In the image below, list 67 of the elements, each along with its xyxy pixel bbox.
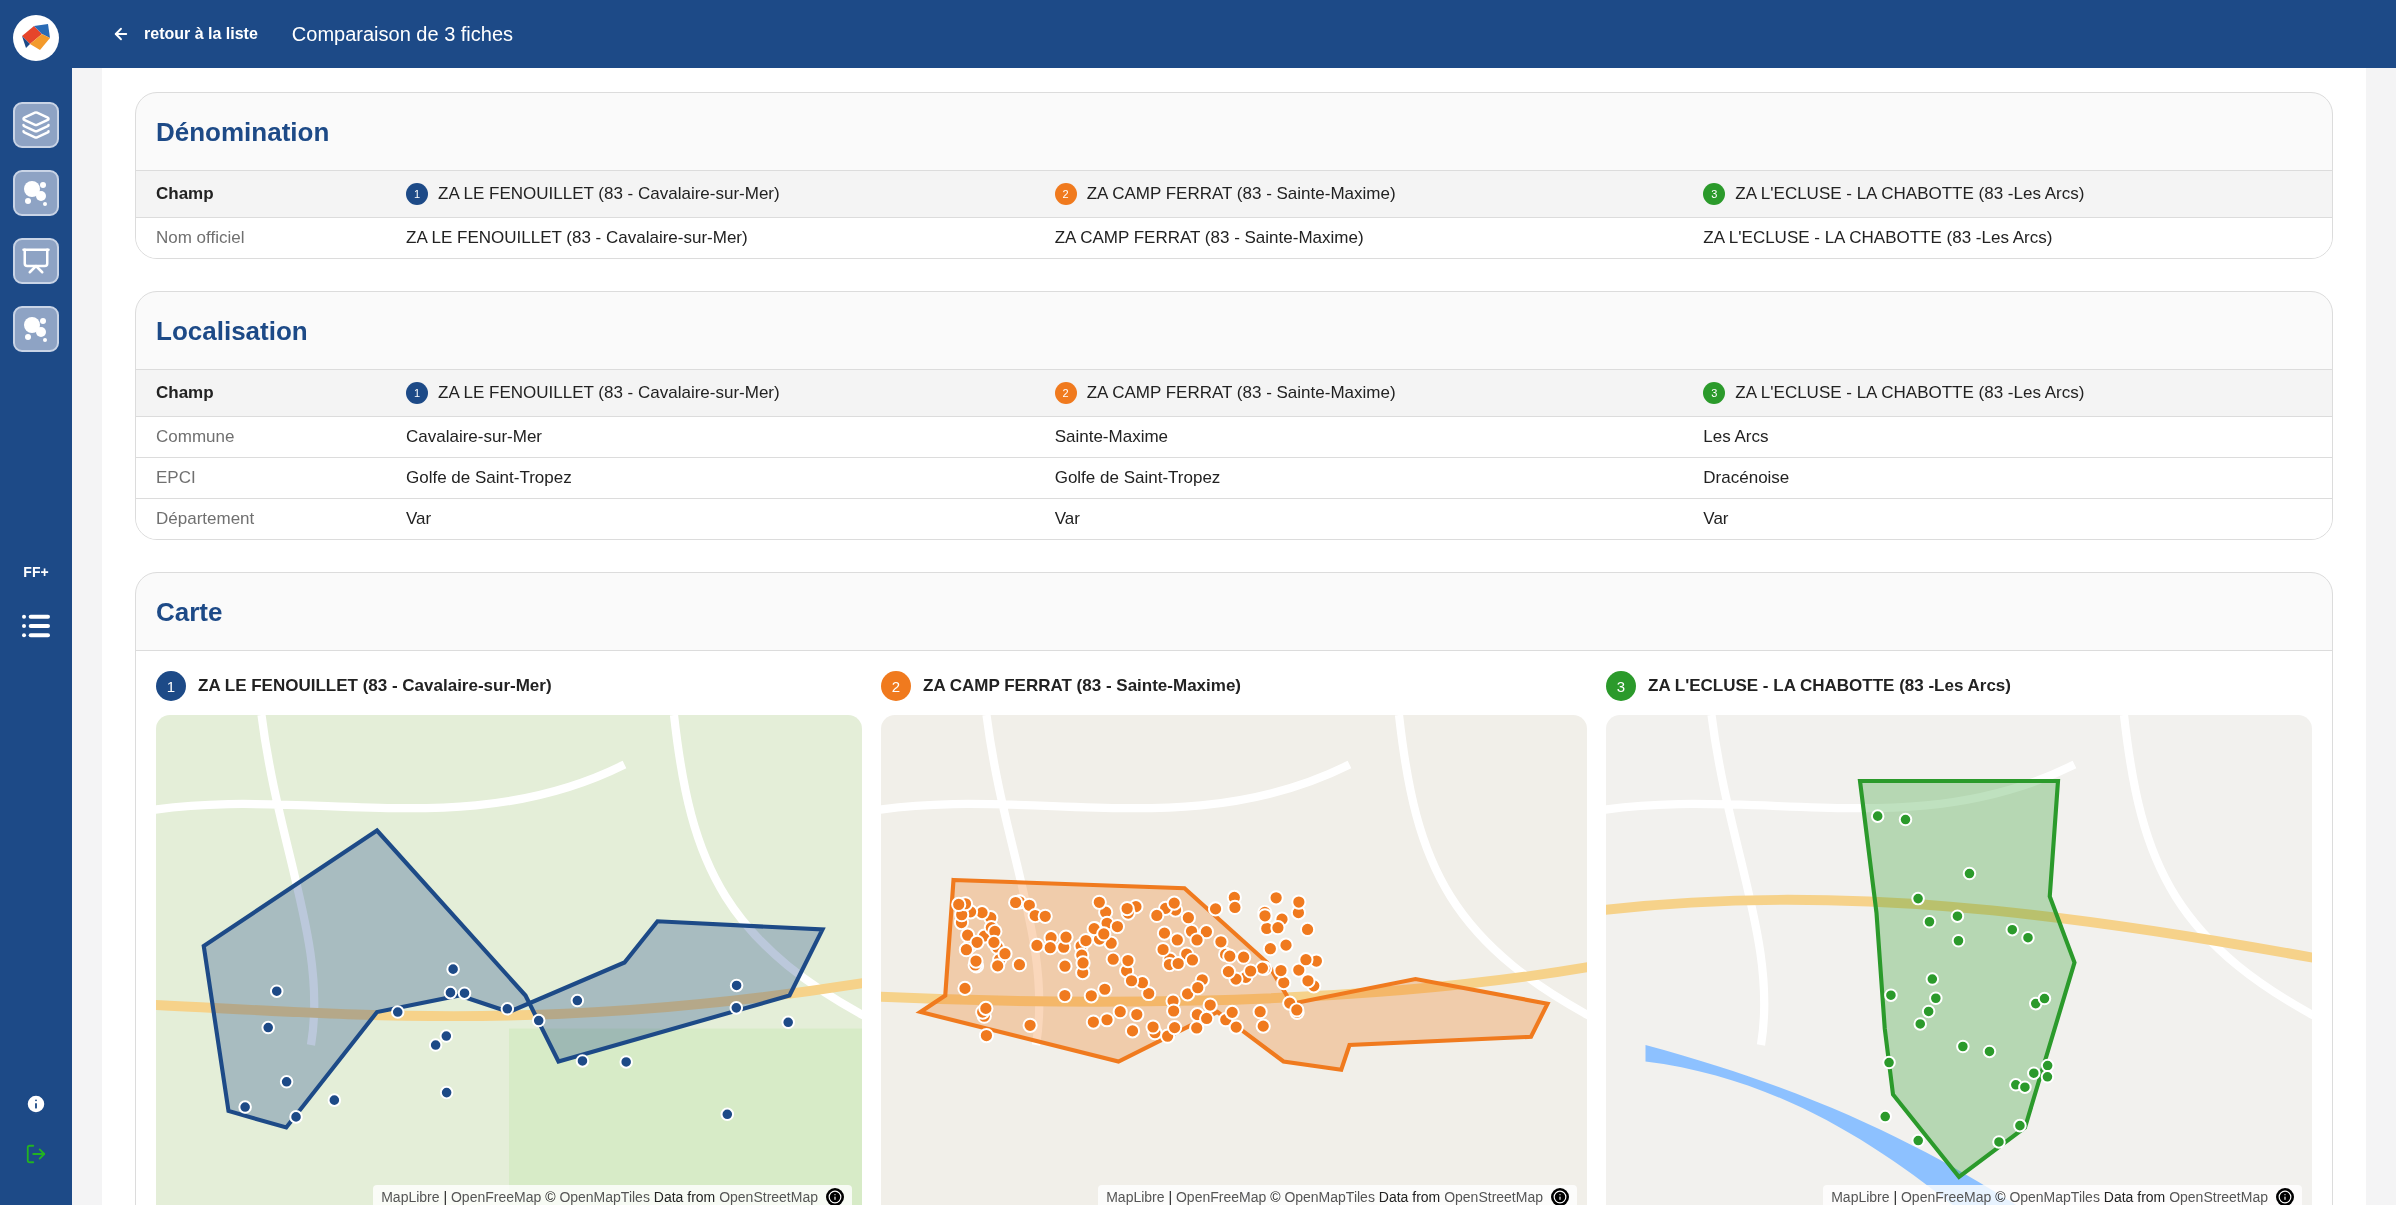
table-cell: Var	[386, 499, 1035, 539]
attribution-link[interactable]: OpenFreeMap	[1901, 1189, 1992, 1205]
number-badge: 3	[1703, 382, 1726, 404]
row-label: Commune	[136, 417, 386, 458]
number-badge: 2	[1054, 183, 1077, 205]
back-link[interactable]: retour à la liste	[112, 25, 258, 43]
table-cell: Golfe de Saint-Tropez	[386, 458, 1035, 499]
attribution-link[interactable]: OpenMapTiles	[559, 1189, 650, 1205]
ff-plus-label: FF+	[23, 564, 49, 580]
number-badge: 2	[881, 671, 911, 701]
page-title: Comparaison de 3 fiches	[291, 22, 514, 46]
attribution-link[interactable]: MapLibre	[1831, 1189, 1890, 1205]
fiche-name: ZA CAMP FERRAT (83 - Sainte-Maxime)	[1086, 184, 1396, 204]
fiche-name: ZA L'ECLUSE - LA CHABOTTE (83 -Les Arcs)	[1735, 383, 2085, 403]
info-icon[interactable]	[25, 1093, 47, 1115]
row-label: Nom officiel	[136, 218, 386, 258]
number-badge: 3	[1606, 671, 1636, 701]
attribution-link[interactable]: OpenFreeMap	[1176, 1189, 1267, 1205]
app-logo[interactable]	[12, 14, 60, 62]
table-cell: Var	[1683, 499, 2332, 539]
number-badge: 2	[1054, 382, 1077, 404]
row-label: Département	[136, 499, 386, 539]
map-drawing[interactable]	[156, 715, 862, 1205]
attribution-link[interactable]: MapLibre	[1106, 1189, 1165, 1205]
table-cell: ZA L'ECLUSE - LA CHABOTTE (83 -Les Arcs)	[1683, 218, 2332, 258]
table-cell: ZA CAMP FERRAT (83 - Sainte-Maxime)	[1034, 218, 1684, 258]
sidebar-item[interactable]	[13, 306, 59, 352]
attribution-text: MapLibre | OpenFreeMap © OpenMapTiles Data from OpenStreetMap	[1831, 1189, 2268, 1205]
row-label: EPCI	[136, 458, 386, 499]
logout-icon[interactable]	[25, 1143, 47, 1165]
table-cell: Sainte-Maxime	[1034, 417, 1684, 458]
table-cell: Dracénoise	[1683, 458, 2332, 499]
table-header-cell: Champ	[136, 370, 386, 417]
attribution-link[interactable]: OpenStreetMap	[2169, 1189, 2268, 1205]
fiche-name: ZA CAMP FERRAT (83 - Sainte-Maxime)	[1086, 383, 1396, 403]
fiche-name: ZA L'ECLUSE - LA CHABOTTE (83 -Les Arcs)	[1735, 184, 2085, 204]
table-header-cell: Champ	[136, 171, 386, 218]
attribution-link[interactable]: OpenStreetMap	[1444, 1189, 1543, 1205]
table-cell: Golfe de Saint-Tropez	[1034, 458, 1684, 499]
info-icon[interactable]	[826, 1188, 844, 1205]
layers-icon	[21, 110, 51, 140]
attribution-link[interactable]: OpenFreeMap	[451, 1189, 542, 1205]
map-title: ZA L'ECLUSE - LA CHABOTTE (83 -Les Arcs)	[1648, 676, 2011, 696]
number-badge: 1	[406, 183, 428, 205]
info-icon[interactable]	[1551, 1188, 1569, 1205]
map-title: ZA CAMP FERRAT (83 - Sainte-Maxime)	[923, 676, 1241, 696]
table-cell: ZA LE FENOUILLET (83 - Cavalaire-sur-Mer)	[386, 218, 1035, 258]
number-badge: 1	[406, 382, 428, 404]
table-cell: Cavalaire-sur-Mer	[386, 417, 1035, 458]
fiche-name: ZA LE FENOUILLET (83 - Cavalaire-sur-Mer)	[438, 184, 780, 204]
number-badge: 1	[156, 671, 186, 701]
sidebar-item[interactable]	[13, 170, 59, 216]
table-cell: Les Arcs	[1683, 417, 2332, 458]
attribution-link[interactable]: OpenMapTiles	[1284, 1189, 1375, 1205]
sidebar-item[interactable]	[13, 102, 59, 148]
attribution-link[interactable]: OpenMapTiles	[2009, 1189, 2100, 1205]
attribution-link[interactable]: OpenStreetMap	[719, 1189, 818, 1205]
table-cell: Var	[1034, 499, 1684, 539]
number-badge: 3	[1703, 183, 1726, 205]
presentation-board-icon	[21, 246, 51, 276]
info-icon[interactable]	[2276, 1188, 2294, 1205]
attribution-text: MapLibre | OpenFreeMap © OpenMapTiles Data from OpenStreetMap	[381, 1189, 818, 1205]
attribution-text: MapLibre | OpenFreeMap © OpenMapTiles Data from OpenStreetMap	[1106, 1189, 1543, 1205]
attribution-link[interactable]: MapLibre	[381, 1189, 440, 1205]
fiche-name: ZA LE FENOUILLET (83 - Cavalaire-sur-Mer)	[438, 383, 780, 403]
map-title: ZA LE FENOUILLET (83 - Cavalaire-sur-Mer)	[198, 676, 552, 696]
sidebar-item[interactable]	[13, 238, 59, 284]
